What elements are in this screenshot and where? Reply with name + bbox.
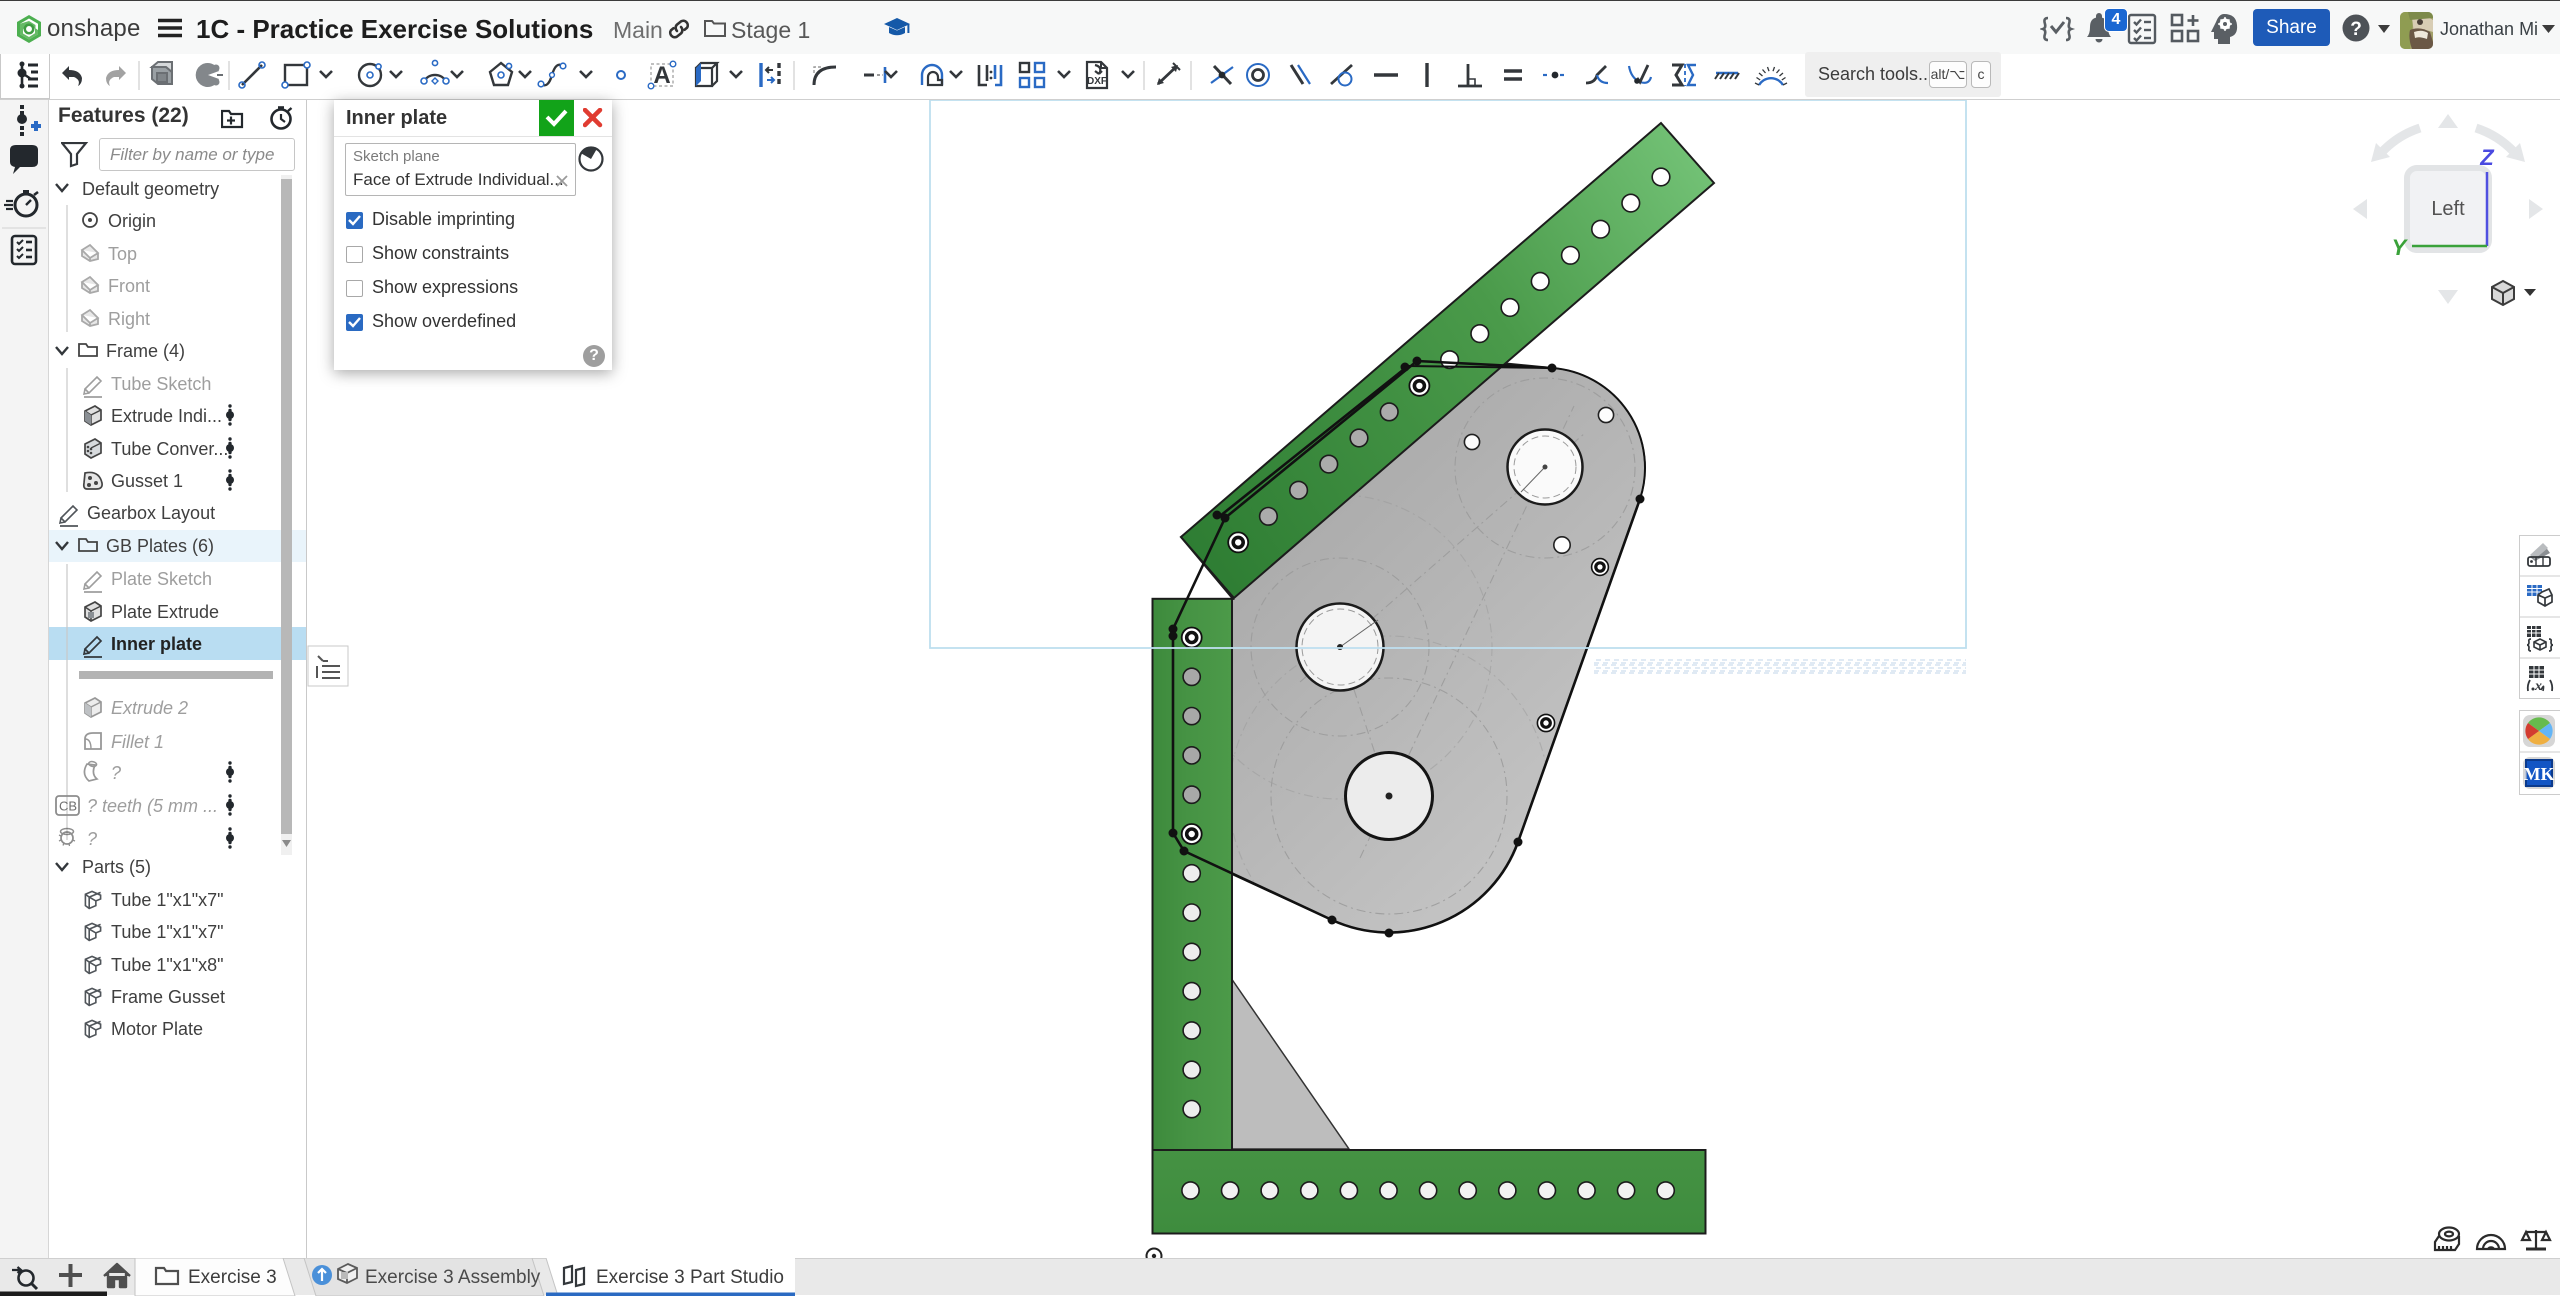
svg-text:Frame (4): Frame (4) xyxy=(106,341,185,361)
svg-text:Origin: Origin xyxy=(108,211,156,231)
svg-text:GB Plates (6): GB Plates (6) xyxy=(106,536,214,556)
svg-text:Front: Front xyxy=(108,276,150,296)
svg-text:Inner plate: Inner plate xyxy=(111,634,202,654)
svg-text:Parts (5): Parts (5) xyxy=(82,857,151,877)
svg-text:Extrude Indi...: Extrude Indi... xyxy=(111,406,222,426)
svg-text:Left: Left xyxy=(2431,198,2465,220)
svg-text:Frame Gusset: Frame Gusset xyxy=(111,987,225,1007)
svg-text:Default geometry: Default geometry xyxy=(82,179,219,199)
svg-text:Extrude 2: Extrude 2 xyxy=(111,698,188,718)
svg-text:Top: Top xyxy=(108,244,137,264)
svg-text:Fillet 1: Fillet 1 xyxy=(111,732,164,752)
svg-text:?: ? xyxy=(111,763,121,783)
svg-text:Tube Sketch: Tube Sketch xyxy=(111,374,211,394)
svg-text:Tube 1"x1"x7": Tube 1"x1"x7" xyxy=(111,890,224,910)
svg-text:MK: MK xyxy=(2524,764,2555,784)
svg-text:Gearbox Layout: Gearbox Layout xyxy=(87,503,215,523)
svg-text:? teeth (5 mm ...: ? teeth (5 mm ... xyxy=(87,796,218,816)
svg-text:Exercise 3 Assembly: Exercise 3 Assembly xyxy=(365,1267,541,1288)
svg-text:Y: Y xyxy=(2392,235,2409,260)
svg-text:Tube 1"x1"x7": Tube 1"x1"x7" xyxy=(111,922,224,942)
svg-text:CB: CB xyxy=(59,799,77,814)
svg-text:DXF: DXF xyxy=(1087,76,1107,87)
svg-text:?: ? xyxy=(2350,19,2362,40)
svg-text:Right: Right xyxy=(108,309,150,329)
svg-text:Tube 1"x1"x8": Tube 1"x1"x8" xyxy=(111,955,224,975)
svg-text:A: A xyxy=(653,62,670,89)
svg-text:x: x xyxy=(2534,679,2542,694)
svg-text:Exercise 3: Exercise 3 xyxy=(188,1267,277,1288)
svg-text:?: ? xyxy=(87,829,97,849)
svg-text:Tube Conver...: Tube Conver... xyxy=(111,439,228,459)
svg-text:Plate Sketch: Plate Sketch xyxy=(111,569,212,589)
svg-text:Motor Plate: Motor Plate xyxy=(111,1019,203,1039)
svg-text:Gusset 1: Gusset 1 xyxy=(111,471,183,491)
svg-text:Z: Z xyxy=(2479,145,2495,170)
svg-text:Plate Extrude: Plate Extrude xyxy=(111,602,219,622)
svg-text:Exercise 3 Part Studio: Exercise 3 Part Studio xyxy=(596,1267,784,1288)
